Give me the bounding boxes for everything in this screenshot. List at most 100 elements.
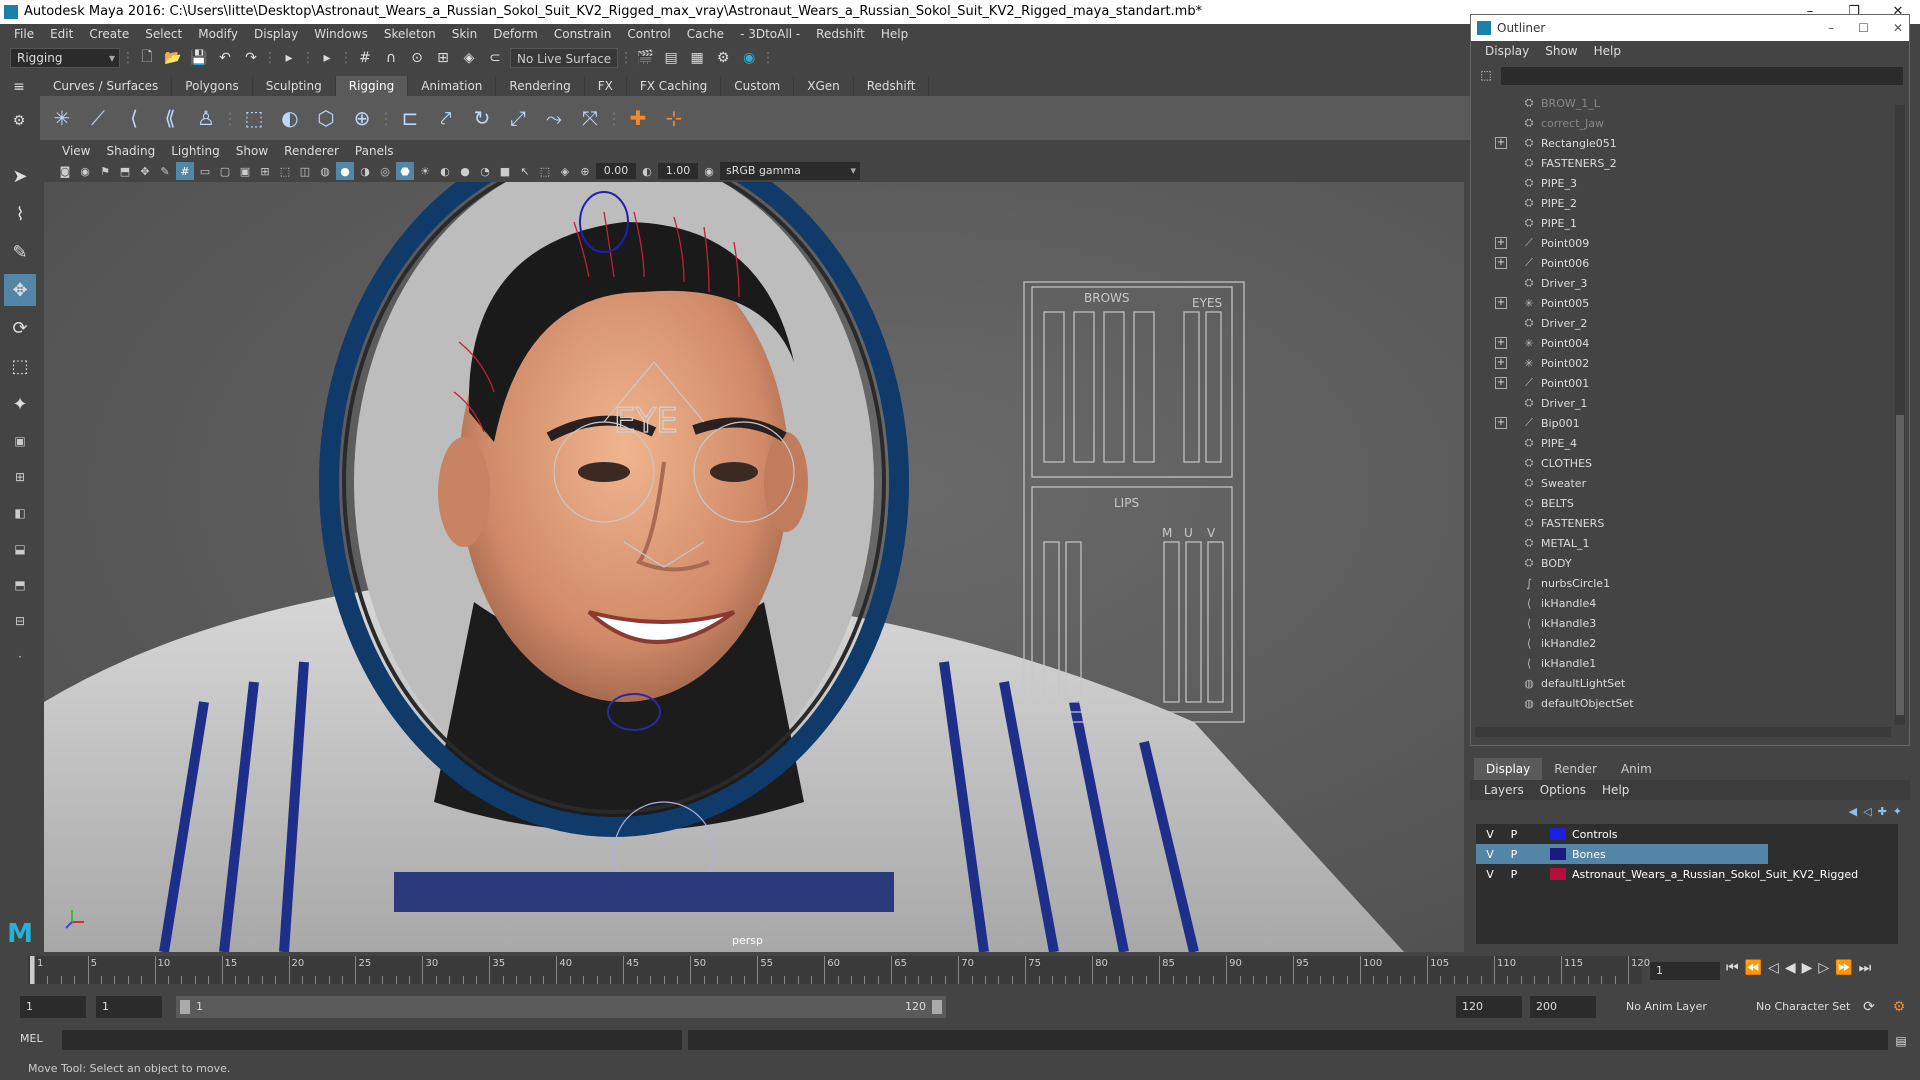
play-backward-icon[interactable]: ◀	[1785, 960, 1796, 976]
menu-item[interactable]: Edit	[42, 27, 81, 41]
layout-extra-icon[interactable]: ⊟	[5, 606, 35, 636]
new-layer-icon[interactable]: ✚	[1878, 805, 1887, 818]
shelf-tab[interactable]: Custom	[721, 76, 795, 96]
image-plane-icon[interactable]: ⬒	[116, 162, 134, 180]
persp-graph-icon[interactable]: ⬓	[5, 534, 35, 564]
viewport-menu-item[interactable]: Lighting	[163, 144, 228, 158]
expand-icon[interactable]: +	[1495, 417, 1507, 429]
outliner-item[interactable]: ⛭ BELTS	[1475, 493, 1895, 513]
outliner-item[interactable]: ⛭ PIPE_2	[1475, 193, 1895, 213]
outliner-item[interactable]: + ⟋ Point009	[1475, 233, 1895, 253]
menu-item[interactable]: Skeleton	[376, 27, 444, 41]
outliner-item[interactable]: + ⛭ Rectangle051	[1475, 133, 1895, 153]
single-perspective-icon[interactable]: ▣	[5, 426, 35, 456]
locator-tool-icon[interactable]: ✚	[622, 102, 654, 134]
command-input[interactable]	[62, 1030, 682, 1050]
ik-handle-icon[interactable]: ⟨	[118, 102, 150, 134]
menu-item[interactable]: File	[6, 27, 42, 41]
point-constraint-icon[interactable]: ⤤	[430, 102, 462, 134]
expand-icon[interactable]: +	[1495, 377, 1507, 389]
shelf-tab[interactable]: FX Caching	[626, 76, 722, 96]
outliner-scrollbar[interactable]	[1895, 105, 1905, 725]
lattice-icon[interactable]: ⬡	[310, 102, 342, 134]
layer-tab[interactable]: Display	[1474, 758, 1543, 780]
menu-item[interactable]: Help	[873, 27, 916, 41]
outliner-item[interactable]: ◍ defaultLightSet	[1475, 673, 1895, 693]
range-slider[interactable]: 1 120	[176, 996, 946, 1018]
outliner-minimize-icon[interactable]: –	[1828, 15, 1834, 41]
viewport-panel[interactable]: View Shading Lighting Show Renderer Panels ◙ …	[44, 142, 1464, 952]
menu-item[interactable]: Modify	[190, 27, 246, 41]
render-frame-icon[interactable]: 🎬	[634, 47, 656, 69]
gamma-icon[interactable]: ◐	[638, 162, 656, 180]
hypershade-icon[interactable]: ◉	[738, 47, 760, 69]
expand-icon[interactable]: +	[1495, 257, 1507, 269]
expand-icon[interactable]: +	[1495, 237, 1507, 249]
pole-vector-icon[interactable]: ⤧	[574, 102, 606, 134]
move-layer-up-icon[interactable]: ◀	[1849, 805, 1857, 818]
outliner-item[interactable]: ⛭ PIPE_3	[1475, 173, 1895, 193]
go-to-start-icon[interactable]: ⏮	[1726, 960, 1739, 976]
new-layer-selected-icon[interactable]: ✦	[1893, 805, 1902, 818]
new-scene-icon[interactable]: 🗋	[136, 47, 158, 69]
bookmark-icon[interactable]: ⚑	[96, 162, 114, 180]
time-slider-track[interactable]: 1 5 10 15 20 25 30 35 40 45 50 55 60 65 70 75 80 85 90 95 10…	[28, 956, 1650, 984]
layer-tab[interactable]: Render	[1542, 758, 1609, 780]
menu-item[interactable]: Redshift	[808, 27, 873, 41]
humanik-icon[interactable]: ♙	[190, 102, 222, 134]
outliner-item[interactable]: ⛭ PIPE_1	[1475, 213, 1895, 233]
gamma-field[interactable]: 1.00	[658, 163, 698, 179]
menu-item[interactable]: Cache	[679, 27, 732, 41]
shelf-tab[interactable]: Redshift	[853, 76, 930, 96]
outliner-menu-item[interactable]: Display	[1477, 44, 1537, 58]
outliner-item[interactable]: ⛭ PIPE_4	[1475, 433, 1895, 453]
anim-layer-dropdown[interactable]: No Anim Layer	[1620, 996, 1740, 1018]
redo-icon[interactable]: ↷	[240, 47, 262, 69]
outliner-item[interactable]: + ✳ Point004	[1475, 333, 1895, 353]
playback-end-field[interactable]: 120	[1456, 996, 1522, 1018]
save-scene-icon[interactable]: 💾	[188, 47, 210, 69]
snap-point-icon[interactable]: ⊙	[406, 47, 428, 69]
shelf-tab[interactable]: Polygons	[172, 76, 253, 96]
layer-row[interactable]: V P Controls	[1476, 824, 1898, 844]
range-start-handle[interactable]	[180, 1000, 190, 1014]
motion-blur-icon[interactable]: ◔	[476, 162, 494, 180]
lasso-tool-icon[interactable]: ⌇	[4, 198, 36, 230]
xray-active-icon[interactable]: ⬚	[536, 162, 554, 180]
select-tool-icon[interactable]: ➤	[4, 160, 36, 192]
outliner-item[interactable]: ⛭ Driver_1	[1475, 393, 1895, 413]
shelf-tab[interactable]: Rendering	[496, 76, 585, 96]
grid-icon[interactable]: #	[176, 162, 194, 180]
scale-constraint-icon[interactable]: ⤢	[502, 102, 534, 134]
parent-constraint-icon[interactable]: ⊏	[394, 102, 426, 134]
lights-icon[interactable]: ☀	[416, 162, 434, 180]
undo-icon[interactable]: ↶	[214, 47, 236, 69]
wire-on-shaded-icon[interactable]: ◑	[356, 162, 374, 180]
smooth-shade-icon[interactable]: ●	[336, 162, 354, 180]
outliner-close-icon[interactable]: ✕	[1893, 15, 1903, 41]
go-to-end-icon[interactable]: ⏭	[1859, 960, 1872, 976]
exposure-field[interactable]: 0.00	[596, 163, 636, 179]
textured-icon[interactable]: ◎	[376, 162, 394, 180]
character-set-dropdown[interactable]: No Character Set	[1750, 996, 1870, 1018]
outliner-item[interactable]: + ✳ Point005	[1475, 293, 1895, 313]
menu-item[interactable]: - 3DtoAll -	[732, 27, 808, 41]
script-language-label[interactable]: MEL	[20, 1032, 43, 1045]
camera-select-icon[interactable]: ◙	[56, 162, 74, 180]
outliner-item[interactable]: + ✳ Point002	[1475, 353, 1895, 373]
outliner-item[interactable]: ◍ defaultObjectSet	[1475, 693, 1895, 713]
viewport-menu-item[interactable]: Shading	[98, 144, 163, 158]
outliner-item[interactable]: ∫ nurbsCircle1	[1475, 573, 1895, 593]
shelf-tab[interactable]: Animation	[408, 76, 497, 96]
shelf-tab[interactable]: Rigging	[335, 76, 409, 96]
camera-attr-icon[interactable]: ◉	[76, 162, 94, 180]
outliner-menu-item[interactable]: Show	[1537, 44, 1585, 58]
viewport-scene[interactable]: EYE BROWS EYES LIPS M U V	[44, 182, 1464, 952]
current-frame-field[interactable]: 1	[1650, 962, 1720, 980]
grease-pencil-icon[interactable]: ✎	[156, 162, 174, 180]
layer-menu-item[interactable]: Options	[1532, 783, 1594, 797]
exposure-icon[interactable]: ◈	[556, 162, 574, 180]
skin-bind-icon[interactable]: ⬚	[238, 102, 270, 134]
play-forward-icon[interactable]: ▶	[1802, 960, 1813, 976]
layer-color-swatch[interactable]	[1550, 868, 1566, 880]
